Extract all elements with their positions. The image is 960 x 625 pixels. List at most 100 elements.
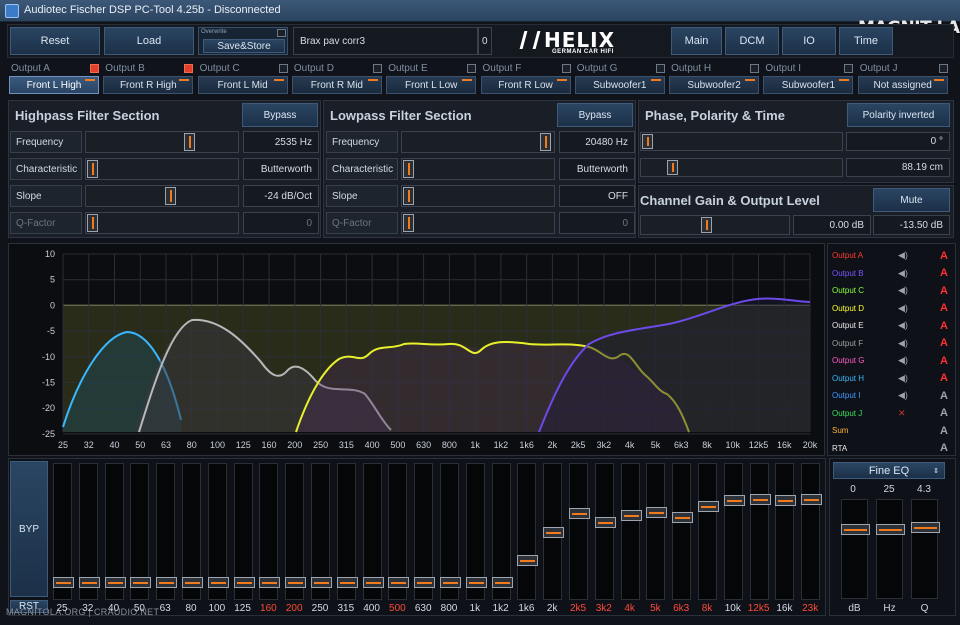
channel-active-icon[interactable]: A <box>928 302 948 314</box>
io-button[interactable]: IO <box>782 27 836 55</box>
output-button[interactable]: Not assigned <box>857 76 948 94</box>
speaker-icon[interactable]: ◀) <box>898 268 928 279</box>
output-checkbox[interactable] <box>750 64 760 73</box>
eq-band-slider[interactable] <box>594 463 616 600</box>
channel-active-icon[interactable]: A <box>928 250 948 262</box>
eq-band-handle[interactable] <box>311 577 332 588</box>
fine-eq-q-handle[interactable] <box>911 522 940 533</box>
highpass-row-slider-handle[interactable] <box>87 214 98 232</box>
eq-band-slider[interactable] <box>336 463 358 600</box>
output-checkbox[interactable] <box>938 64 948 73</box>
eq-band-slider[interactable] <box>672 463 694 600</box>
eq-band-slider[interactable] <box>465 463 487 600</box>
time-button[interactable]: Time <box>839 27 893 55</box>
fine-eq-db-handle[interactable] <box>841 524 870 535</box>
highpass-row-slider-handle[interactable] <box>87 160 98 178</box>
main-button[interactable]: Main <box>671 27 722 55</box>
legend-item[interactable]: Output A ◀) A <box>832 247 952 264</box>
eq-band-handle[interactable] <box>594 517 616 528</box>
output-button[interactable]: Subwoofer1 <box>763 76 854 94</box>
polarity-button[interactable]: Polarity inverted <box>847 103 950 127</box>
time-slider[interactable] <box>640 158 843 177</box>
eq-band-handle[interactable] <box>698 501 719 512</box>
output-button[interactable]: Front R High <box>103 76 194 94</box>
eq-band-slider[interactable] <box>78 463 100 600</box>
phase-slider-handle[interactable] <box>642 134 653 149</box>
highpass-row-slider[interactable] <box>85 158 239 180</box>
preset-name-field[interactable]: Brax pav corr3 <box>293 27 478 55</box>
eq-band-handle[interactable] <box>543 527 565 538</box>
gain-slider[interactable] <box>640 215 790 235</box>
eq-band-handle[interactable] <box>259 577 281 588</box>
legend-item[interactable]: Output D ◀) A <box>832 300 952 317</box>
channel-active-icon[interactable]: A <box>928 285 948 297</box>
eq-band-handle[interactable] <box>233 577 255 588</box>
channel-active-icon[interactable]: A <box>928 442 948 454</box>
channel-active-icon[interactable]: A <box>928 390 948 402</box>
eq-band-handle[interactable] <box>78 577 100 588</box>
reset-button[interactable]: Reset <box>10 27 100 55</box>
output-button[interactable]: Front R Mid <box>291 76 382 94</box>
highpass-row-slider-handle[interactable] <box>184 133 195 151</box>
lowpass-bypass-button[interactable]: Bypass <box>557 103 633 127</box>
eq-band-handle[interactable] <box>362 577 384 588</box>
output-checkbox[interactable] <box>184 64 194 73</box>
eq-band-handle[interactable] <box>285 577 307 588</box>
eq-band-handle[interactable] <box>182 577 203 588</box>
output-checkbox[interactable] <box>372 64 382 73</box>
highpass-bypass-button[interactable]: Bypass <box>242 103 318 127</box>
channel-active-icon[interactable]: A <box>928 355 948 367</box>
eq-band-slider[interactable] <box>775 463 797 600</box>
eq-band-slider[interactable] <box>620 463 642 600</box>
eq-band-handle[interactable] <box>414 577 436 588</box>
eq-band-slider[interactable] <box>207 463 229 600</box>
highpass-row-slider-handle[interactable] <box>165 187 176 205</box>
fine-eq-hz-handle[interactable] <box>876 524 905 535</box>
lowpass-row-slider-handle[interactable] <box>403 214 414 232</box>
speaker-icon[interactable]: ◀) <box>898 285 928 296</box>
eq-band-handle[interactable] <box>646 507 668 518</box>
output-checkbox[interactable] <box>655 64 665 73</box>
output-button[interactable]: Front L Mid <box>197 76 288 94</box>
output-button[interactable]: Subwoofer2 <box>669 76 760 94</box>
channel-active-icon[interactable]: A <box>928 320 948 332</box>
mute-button[interactable]: Mute <box>873 188 950 212</box>
fine-eq-db-slider[interactable] <box>841 499 870 599</box>
overwrite-checkbox[interactable] <box>277 29 286 37</box>
lowpass-row-slider[interactable] <box>401 185 555 207</box>
lowpass-row-slider[interactable] <box>401 158 555 180</box>
eq-band-handle[interactable] <box>672 512 694 523</box>
eq-band-slider[interactable] <box>182 463 203 600</box>
speaker-icon[interactable]: ◀) <box>898 373 928 384</box>
channel-active-icon[interactable]: A <box>928 267 948 279</box>
eq-band-slider[interactable] <box>491 463 513 600</box>
legend-item[interactable]: Output E ◀) A <box>832 317 952 334</box>
output-button[interactable]: Front L Low <box>386 76 477 94</box>
eq-band-handle[interactable] <box>388 577 410 588</box>
save-store-button[interactable]: Save&Store <box>203 39 285 53</box>
fine-eq-q-slider[interactable] <box>911 499 940 599</box>
eq-band-slider[interactable] <box>414 463 436 600</box>
eq-band-handle[interactable] <box>130 577 152 588</box>
legend-item[interactable]: Output I ◀) A <box>832 387 952 404</box>
legend-item[interactable]: Output F ◀) A <box>832 335 952 352</box>
load-button[interactable]: Load <box>104 27 194 55</box>
eq-band-handle[interactable] <box>801 494 823 505</box>
gain-slider-handle[interactable] <box>701 217 712 233</box>
output-checkbox[interactable] <box>278 64 288 73</box>
legend-item[interactable]: Output H ◀) A <box>832 370 952 387</box>
eq-band-slider[interactable] <box>543 463 565 600</box>
lowpass-row-slider-handle[interactable] <box>403 187 414 205</box>
speaker-icon[interactable]: ◀) <box>898 320 928 331</box>
eq-band-handle[interactable] <box>620 510 642 521</box>
eq-band-handle[interactable] <box>749 494 771 505</box>
legend-item[interactable]: Sum A <box>832 422 952 439</box>
eq-band-handle[interactable] <box>156 577 178 588</box>
channel-active-icon[interactable]: A <box>928 372 948 384</box>
output-button[interactable]: Front R Low <box>480 76 571 94</box>
highpass-row-slider[interactable] <box>85 131 239 153</box>
speaker-icon[interactable]: ✕ <box>898 408 928 419</box>
eq-band-handle[interactable] <box>723 495 745 506</box>
eq-band-handle[interactable] <box>775 495 797 506</box>
eq-band-slider[interactable] <box>285 463 307 600</box>
